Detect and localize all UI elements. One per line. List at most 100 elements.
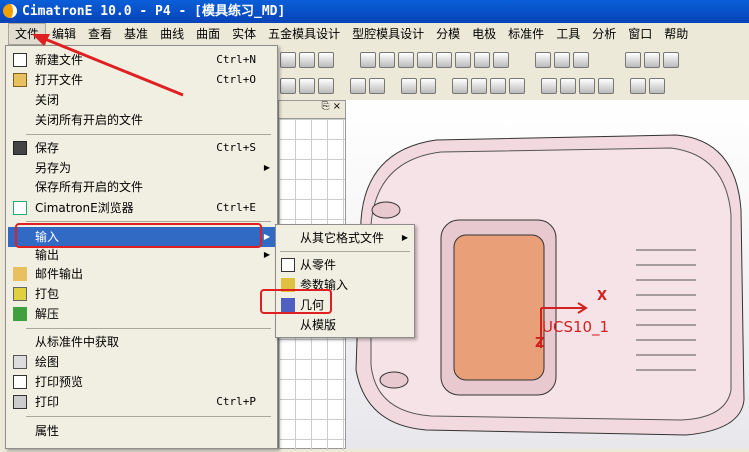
label: 关闭所有开启的文件 (35, 113, 144, 127)
shortcut: Ctrl+E (216, 201, 256, 214)
label: 解压 (35, 307, 60, 321)
menu-help[interactable]: 帮助 (658, 24, 694, 44)
menu-item-from-standard-parts[interactable]: 从标准件中获取 (8, 332, 276, 352)
label: 从零件 (300, 258, 337, 272)
menu-solid[interactable]: 实体 (226, 24, 262, 44)
submenu-arrow-icon: ▶ (263, 163, 270, 172)
surface-icon[interactable] (649, 78, 665, 94)
print-preview-icon (13, 375, 27, 389)
trim-icon[interactable] (579, 78, 595, 94)
view-cube-icon[interactable] (360, 52, 376, 68)
drawing-icon (13, 355, 27, 369)
menu-item-properties[interactable]: 属性 (8, 421, 276, 441)
menu-item-unpack[interactable]: 解压 (8, 304, 276, 324)
separator (26, 221, 271, 222)
label: 打包 (35, 287, 60, 301)
menu-mold-design[interactable]: 型腔模具设计 (346, 24, 430, 44)
shortcut: Ctrl+S (216, 141, 256, 154)
pack-icon (13, 287, 27, 301)
label: 属性 (35, 424, 60, 438)
render-icon[interactable] (573, 52, 589, 68)
submenu-item-from-template[interactable]: 从模版 (278, 315, 414, 335)
fillet-icon[interactable] (560, 78, 576, 94)
sketch-icon[interactable] (420, 78, 436, 94)
save-icon (13, 141, 27, 155)
label: 从其它格式文件 (300, 231, 385, 245)
edit-icon[interactable] (401, 78, 417, 94)
wireframe-icon[interactable] (554, 52, 570, 68)
pan-icon[interactable] (299, 52, 315, 68)
feature-icon[interactable] (350, 78, 366, 94)
import-submenu: 从其它格式文件 ▶ 从零件 参数输入 几何 从模版 (275, 224, 415, 338)
tree-icon[interactable] (369, 78, 385, 94)
label: 绘图 (35, 355, 60, 369)
panel-header: ⎘ × (279, 101, 345, 119)
label: 保存所有开启的文件 (35, 180, 144, 194)
line-icon[interactable] (471, 78, 487, 94)
label: 打印 (35, 395, 60, 409)
label: 邮件输出 (35, 267, 84, 281)
menu-item-drawing[interactable]: 绘图 (8, 352, 276, 372)
view-left-icon[interactable] (436, 52, 452, 68)
menu-item-save[interactable]: 保存 Ctrl+S (8, 138, 276, 158)
unpack-icon (13, 307, 27, 321)
menu-item-browser[interactable]: CimatronE浏览器 Ctrl+E (8, 198, 276, 218)
submenu-item-from-part[interactable]: 从零件 (278, 255, 414, 275)
submenu-arrow-icon: ▶ (401, 233, 408, 242)
toolbar-view (280, 48, 749, 72)
view-back-icon[interactable] (455, 52, 471, 68)
view-iso-icon[interactable] (493, 52, 509, 68)
select-icon[interactable] (280, 78, 296, 94)
label: 从标准件中获取 (35, 335, 120, 349)
menu-die-design[interactable]: 五金模具设计 (262, 24, 346, 44)
point-icon[interactable] (452, 78, 468, 94)
axis-x-label: X (597, 289, 608, 304)
separator (26, 328, 271, 329)
menu-item-save-all[interactable]: 保存所有开启的文件 (8, 177, 276, 197)
toolbar-sketch (280, 74, 749, 98)
menu-item-print-preview[interactable]: 打印预览 (8, 372, 276, 392)
menu-item-save-as[interactable]: 另存为 ▶ (8, 158, 276, 178)
menu-item-export[interactable]: 输出 ▶ (8, 245, 276, 265)
separator (26, 134, 271, 135)
zoom-icon[interactable] (280, 52, 296, 68)
label: CimatronE浏览器 (35, 201, 134, 215)
view-bottom-icon[interactable] (474, 52, 490, 68)
menu-item-print[interactable]: 打印 Ctrl+P (8, 392, 276, 412)
menu-item-pack[interactable]: 打包 (8, 284, 276, 304)
submenu-item-from-other-format[interactable]: 从其它格式文件 ▶ (278, 228, 414, 248)
circle-icon[interactable] (509, 78, 525, 94)
menu-parting[interactable]: 分模 (430, 24, 466, 44)
menu-item-close-all[interactable]: 关闭所有开启的文件 (8, 110, 276, 130)
print-icon (13, 395, 27, 409)
light-icon[interactable] (625, 52, 641, 68)
separator (26, 416, 271, 417)
menu-electrode[interactable]: 电极 (466, 24, 502, 44)
shading-icon[interactable] (535, 52, 551, 68)
ucs-label: UCS10_1 (542, 318, 610, 336)
view-top-icon[interactable] (398, 52, 414, 68)
menu-tools[interactable]: 工具 (550, 24, 586, 44)
filter-icon[interactable] (299, 78, 315, 94)
curve-icon[interactable] (541, 78, 557, 94)
swap-icon[interactable] (318, 78, 334, 94)
view-front-icon[interactable] (379, 52, 395, 68)
annotation-box-geometry (260, 289, 332, 314)
cut-icon[interactable] (598, 78, 614, 94)
view-right-icon[interactable] (417, 52, 433, 68)
arc-icon[interactable] (490, 78, 506, 94)
submenu-arrow-icon: ▶ (263, 250, 270, 259)
annotation-arrow (32, 34, 184, 97)
bulb-icon[interactable] (644, 52, 660, 68)
menu-analysis[interactable]: 分析 (586, 24, 622, 44)
browser-icon (13, 201, 27, 215)
label: 输出 (35, 248, 60, 262)
label: 另存为 (35, 161, 72, 175)
palette-icon[interactable] (663, 52, 679, 68)
rotate-icon[interactable] (318, 52, 334, 68)
solid-icon[interactable] (630, 78, 646, 94)
menu-item-mail-export[interactable]: 邮件输出 (8, 264, 276, 284)
menu-window[interactable]: 窗口 (622, 24, 658, 44)
annotation-box-import (15, 223, 262, 248)
menu-standard-parts[interactable]: 标准件 (502, 24, 550, 44)
